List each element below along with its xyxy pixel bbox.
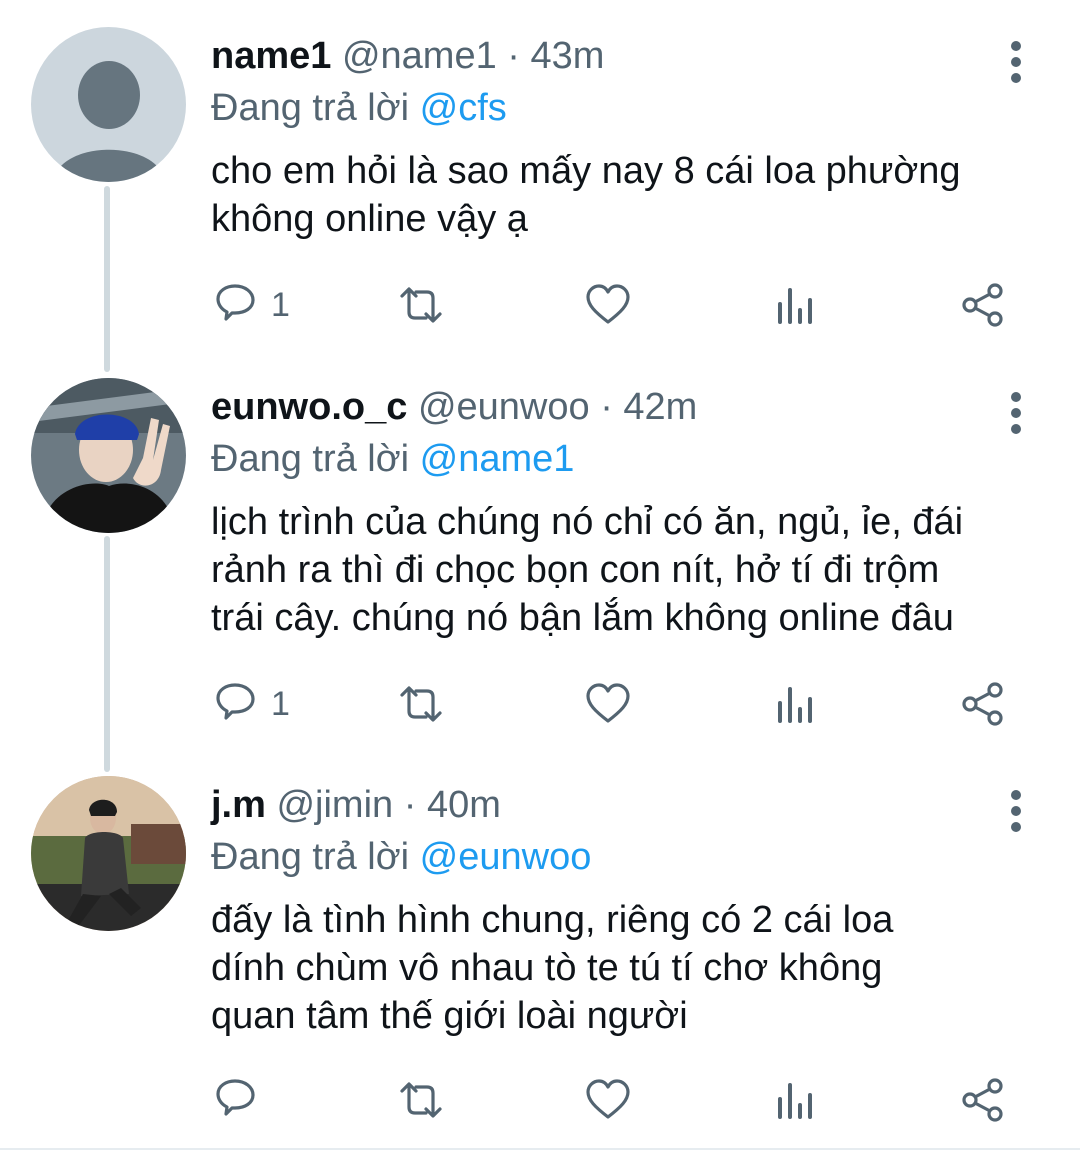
- action-bar: [0, 1070, 1080, 1130]
- retweet-button[interactable]: [398, 674, 444, 734]
- avatar[interactable]: [31, 378, 186, 533]
- reply-button[interactable]: [213, 1070, 271, 1130]
- replying-to-label: Đang trả lời: [211, 836, 410, 878]
- user-handle[interactable]: @jimin: [276, 784, 393, 826]
- analytics-icon: [778, 687, 812, 723]
- tweet-text-line: đấy là tình hình chung, riêng có 2 cái l…: [211, 899, 894, 941]
- display-name[interactable]: j.m: [211, 784, 266, 826]
- tweet-text: lịch trình của chúng nó chỉ có ăn, ngủ, …: [211, 498, 1051, 642]
- timestamp[interactable]: 42m: [623, 386, 697, 428]
- tweet-header: name1 @name1 · 43m: [211, 33, 604, 79]
- share-icon: [962, 283, 1003, 327]
- retweet-icon: [400, 287, 442, 323]
- tweet-text-line: không online vậy ạ: [211, 198, 528, 240]
- like-button[interactable]: [585, 275, 631, 335]
- replying-to: Đang trả lời @eunwoo: [211, 834, 591, 880]
- retweet-button[interactable]: [398, 1070, 444, 1130]
- like-button[interactable]: [585, 674, 631, 734]
- share-button[interactable]: [960, 674, 1006, 734]
- tweet-header: j.m @jimin · 40m: [211, 782, 501, 828]
- timestamp[interactable]: 43m: [531, 35, 605, 77]
- like-icon: [586, 284, 630, 324]
- like-button[interactable]: [585, 1070, 631, 1130]
- tweet-text-line: cho em hỏi là sao mấy nay 8 cái loa phườ…: [211, 150, 961, 192]
- avatar[interactable]: [31, 27, 186, 182]
- action-bar: 1: [0, 275, 1080, 335]
- analytics-button[interactable]: [773, 674, 819, 734]
- user-handle[interactable]: @name1: [342, 35, 497, 77]
- tweet-text-line: lịch trình của chúng nó chỉ có ăn, ngủ, …: [211, 501, 964, 543]
- analytics-button[interactable]: [773, 1070, 819, 1130]
- more-icon[interactable]: [996, 27, 1036, 97]
- like-icon: [586, 1079, 630, 1119]
- divider: [0, 1148, 1080, 1150]
- separator-dot: ·: [403, 784, 417, 826]
- tweet-text-line: quan tâm thế giới loài người: [211, 995, 688, 1037]
- reply-button[interactable]: 1: [213, 275, 290, 335]
- avatar[interactable]: [31, 776, 186, 931]
- photo-avatar-icon: [31, 776, 186, 931]
- tweet-text: cho em hỏi là sao mấy nay 8 cái loa phườ…: [211, 147, 1051, 243]
- tweet-text-line: trái cây. chúng nó bận lắm không online …: [211, 597, 954, 639]
- replying-to-label: Đang trả lời: [211, 438, 410, 480]
- reply-button[interactable]: 1: [213, 674, 290, 734]
- tweet-header: eunwo.o_c @eunwoo · 42m: [211, 384, 697, 430]
- more-icon[interactable]: [996, 776, 1036, 846]
- tweet[interactable]: name1 @name1 · 43m Đang trả lời @cfs cho…: [0, 27, 1080, 347]
- tweet-text: đấy là tình hình chung, riêng có 2 cái l…: [211, 896, 1051, 1040]
- share-icon: [962, 1078, 1003, 1122]
- like-icon: [586, 683, 630, 723]
- display-name[interactable]: eunwo.o_c: [211, 386, 407, 428]
- analytics-icon: [778, 1083, 812, 1119]
- reply-icon: [216, 284, 255, 321]
- separator-dot: ·: [507, 35, 520, 77]
- tweet[interactable]: eunwo.o_c @eunwoo · 42m Đang trả lời @na…: [0, 378, 1080, 738]
- retweet-button[interactable]: [398, 275, 444, 335]
- share-button[interactable]: [960, 275, 1006, 335]
- retweet-icon: [400, 686, 442, 722]
- analytics-icon: [778, 288, 812, 324]
- mention-link[interactable]: @cfs: [420, 87, 507, 129]
- user-handle[interactable]: @eunwoo: [418, 386, 590, 428]
- reply-count: 1: [271, 285, 290, 324]
- photo-avatar-icon: [31, 378, 186, 533]
- tweet-text-line: rảnh ra thì đi chọc bọn con nít, hở tí đ…: [211, 549, 940, 591]
- mention-link[interactable]: @name1: [420, 438, 575, 480]
- retweet-icon: [400, 1082, 442, 1118]
- separator-dot: ·: [600, 386, 613, 428]
- mention-link[interactable]: @eunwoo: [420, 836, 592, 878]
- timestamp[interactable]: 40m: [427, 784, 501, 826]
- share-button[interactable]: [960, 1070, 1006, 1130]
- reply-count: 1: [271, 684, 290, 723]
- share-icon: [962, 682, 1003, 726]
- replying-to: Đang trả lời @cfs: [211, 85, 507, 131]
- tweet[interactable]: j.m @jimin · 40m Đang trả lời @eunwoo đấ…: [0, 776, 1080, 1136]
- reply-icon: [216, 683, 255, 720]
- default-avatar-icon: [31, 27, 186, 182]
- display-name[interactable]: name1: [211, 35, 331, 77]
- reply-icon: [216, 1079, 255, 1116]
- analytics-button[interactable]: [773, 275, 819, 335]
- more-icon[interactable]: [996, 378, 1036, 448]
- replying-to-label: Đang trả lời: [211, 87, 410, 129]
- replying-to: Đang trả lời @name1: [211, 436, 574, 482]
- tweet-text-line: dính chùm vô nhau tò te tú tí chơ không: [211, 947, 883, 989]
- action-bar: 1: [0, 674, 1080, 734]
